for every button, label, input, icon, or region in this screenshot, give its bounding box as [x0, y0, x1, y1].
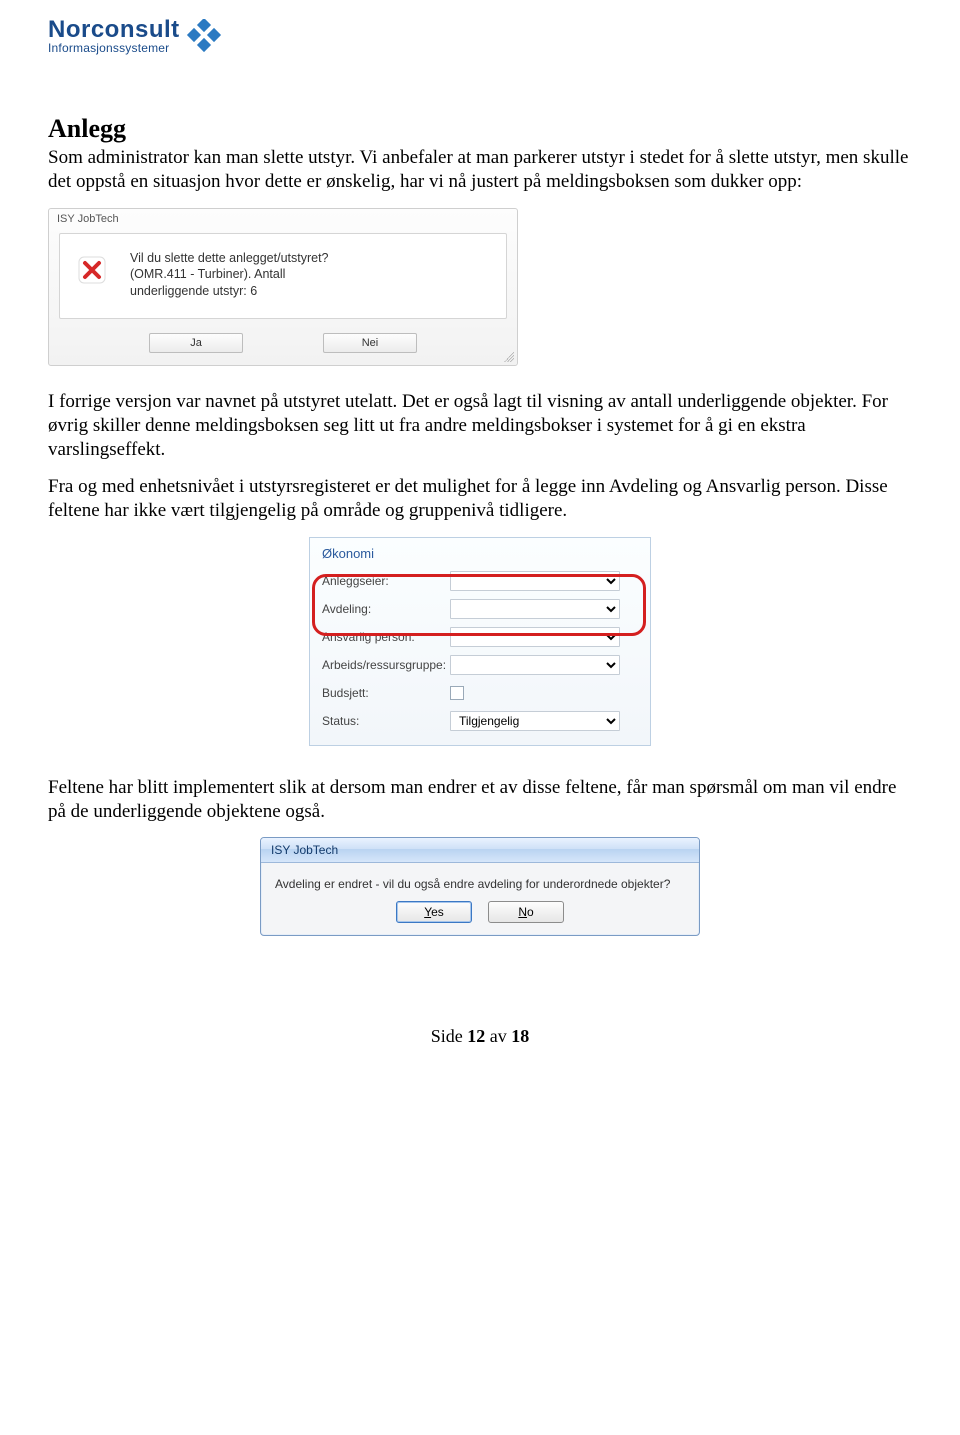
select-anleggseier[interactable]	[450, 571, 620, 591]
checkbox-budsjett[interactable]	[450, 686, 464, 700]
dialog-title: ISY JobTech	[49, 209, 517, 227]
footer-total-pages: 18	[511, 1026, 529, 1046]
label-budsjett: Budsjett:	[320, 686, 450, 700]
footer-current-page: 12	[467, 1026, 485, 1046]
page-footer: Side 12 av 18	[48, 1026, 912, 1047]
section-heading-anlegg: Anlegg	[48, 114, 912, 144]
logo-sub: Informasjonssystemer	[48, 42, 180, 54]
dialog-msg-line: underliggende utstyr: 6	[130, 283, 329, 300]
logo-text: Norconsult Informasjonssystemer	[48, 18, 180, 54]
paragraph-new-fields: Fra og med enhetsnivået i utstyrsregiste…	[48, 475, 912, 523]
yes-label-rest: es	[431, 905, 444, 919]
row-arbeids: Arbeids/ressursgruppe:	[320, 651, 640, 679]
label-status: Status:	[320, 714, 450, 728]
dialog-msg-line: Vil du slette dette anlegget/utstyret?	[130, 250, 329, 267]
diamond-cluster-icon	[186, 19, 224, 53]
no-mnemonic: N	[518, 905, 527, 919]
no-label-rest: o	[527, 905, 534, 919]
paragraph-implementation: Feltene har blitt implementert slik at d…	[48, 776, 912, 824]
select-arbeids[interactable]	[450, 655, 620, 675]
paragraph-intro: Som administrator kan man slette utstyr.…	[48, 146, 912, 194]
row-avdeling: Avdeling:	[320, 595, 640, 623]
yes-button[interactable]: Yes	[396, 901, 472, 923]
footer-prefix: Side	[431, 1026, 468, 1046]
no-button[interactable]: Nei	[323, 333, 417, 353]
form-panel-title: Økonomi	[322, 546, 640, 561]
row-budsjett: Budsjett:	[320, 679, 640, 707]
delete-confirmation-dialog: ISY JobTech Vil du slette dette anlegget…	[48, 208, 518, 367]
label-avdeling: Avdeling:	[320, 602, 450, 616]
select-ansvarlig[interactable]	[450, 627, 620, 647]
company-logo: Norconsult Informasjonssystemer	[48, 18, 912, 54]
footer-sep: av	[485, 1026, 511, 1046]
row-anleggseier: Anleggseier:	[320, 567, 640, 595]
paragraph-differences: I forrige versjon var navnet på utstyret…	[48, 390, 912, 461]
dialog-message: Vil du slette dette anlegget/utstyret? (…	[130, 250, 329, 301]
label-ansvarlig: Ansvarlig person:	[320, 630, 450, 644]
select-avdeling[interactable]	[450, 599, 620, 619]
label-anleggseier: Anleggseier:	[320, 574, 450, 588]
dialog2-title: ISY JobTech	[261, 838, 699, 863]
yes-button[interactable]: Ja	[149, 333, 243, 353]
resize-grip-icon[interactable]	[504, 352, 514, 362]
row-ansvarlig: Ansvarlig person:	[320, 623, 640, 651]
economy-form-panel: Økonomi Anleggseier: Avdeling: Ansvarlig…	[309, 537, 651, 746]
dialog2-message: Avdeling er endret - vil du også endre a…	[261, 863, 699, 897]
propagate-change-dialog: ISY JobTech Avdeling er endret - vil du …	[260, 837, 700, 936]
no-button[interactable]: No	[488, 901, 564, 923]
dialog-msg-line: (OMR.411 - Turbiner). Antall	[130, 266, 329, 283]
row-status: Status: Tilgjengelig	[320, 707, 640, 735]
label-arbeids: Arbeids/ressursgruppe:	[320, 658, 450, 672]
select-status[interactable]: Tilgjengelig	[450, 711, 620, 731]
logo-main: Norconsult	[48, 18, 180, 42]
error-x-icon	[76, 254, 108, 286]
